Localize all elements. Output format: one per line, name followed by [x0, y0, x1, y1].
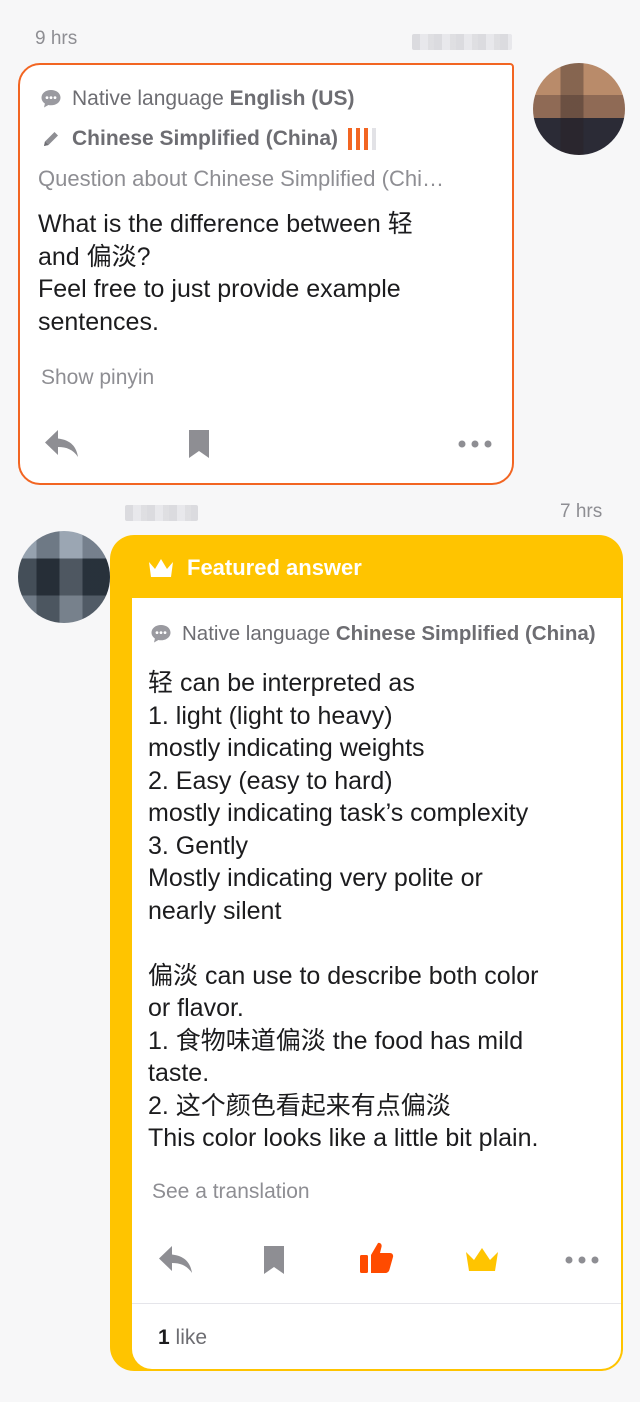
thumbs-up-icon[interactable] — [355, 1236, 399, 1280]
likes-label: like — [175, 1326, 208, 1349]
native-language-value: English (US) — [229, 87, 355, 110]
answer-native-language-label: Native language — [182, 622, 331, 645]
answer-timestamp: 7 hrs — [560, 501, 603, 522]
answer-author-avatar[interactable] — [18, 531, 110, 623]
likes-summary[interactable]: 1 like — [158, 1326, 207, 1350]
speech-bubble-icon — [148, 623, 174, 645]
answer-text: 轻 can be interpreted as 1. light (light … — [148, 669, 539, 1152]
pencil-icon — [38, 128, 64, 150]
question-text: What is the difference between 轻 and 偏淡?… — [38, 210, 413, 336]
question-card: Native language English (US) Chinese Sim… — [18, 63, 514, 485]
answer-native-language-value: Chinese Simplified (China) — [335, 622, 596, 645]
featured-header: Featured answer — [147, 555, 362, 581]
reply-icon[interactable] — [154, 1238, 198, 1282]
crown-icon[interactable] — [460, 1238, 504, 1282]
answer-author-name-blurred[interactable] — [125, 505, 198, 521]
featured-answer-card: Featured answer Native language Chinese … — [110, 535, 623, 1371]
featured-answer-label: Featured answer — [187, 555, 362, 580]
question-timestamp: 9 hrs — [35, 28, 78, 49]
learning-language-value: Chinese Simplified (China) — [72, 127, 339, 150]
question-about[interactable]: Question about Chinese Simplified (Chi… — [38, 166, 444, 192]
likes-divider — [132, 1303, 621, 1304]
bookmark-icon[interactable] — [252, 1238, 296, 1282]
bookmark-icon[interactable] — [177, 422, 221, 466]
see-translation-link[interactable]: See a translation — [152, 1180, 310, 1204]
proficiency-bars-icon — [348, 128, 377, 150]
native-language-label: Native language — [72, 87, 224, 110]
crown-icon — [147, 557, 175, 579]
question-author-name-blurred[interactable] — [412, 34, 512, 50]
show-pinyin-link[interactable]: Show pinyin — [41, 366, 154, 390]
likes-count: 1 — [158, 1326, 170, 1349]
question-author-avatar[interactable] — [533, 63, 625, 155]
answer-content: Native language Chinese Simplified (Chin… — [130, 598, 623, 1371]
answer-native-language-row: Native language Chinese Simplified (Chin… — [148, 622, 596, 646]
more-icon[interactable] — [453, 422, 497, 466]
more-icon[interactable] — [560, 1238, 604, 1282]
learning-language-row: Chinese Simplified (China) — [38, 127, 377, 151]
reply-icon[interactable] — [40, 422, 84, 466]
speech-bubble-icon — [38, 88, 64, 110]
native-language-row: Native language English (US) — [38, 87, 354, 111]
